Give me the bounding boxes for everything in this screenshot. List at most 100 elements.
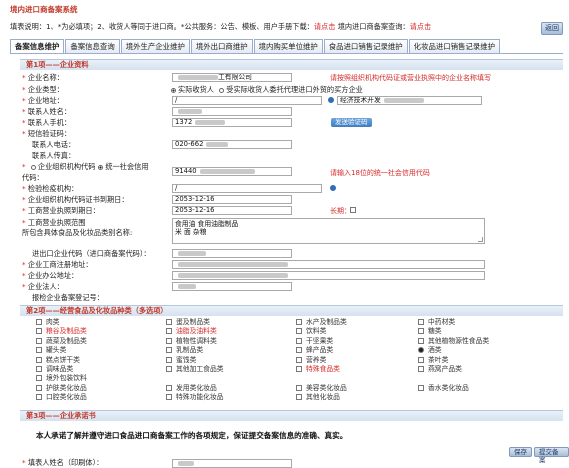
category-item[interactable]: 罐头类: [36, 346, 66, 354]
category-item[interactable]: 乳制品类: [166, 346, 203, 354]
submit-button[interactable]: 提交备案: [534, 447, 569, 464]
category-checkbox[interactable]: [296, 347, 302, 354]
category-item[interactable]: 糖类: [418, 327, 442, 335]
category-checkbox[interactable]: [166, 337, 172, 344]
category-item[interactable]: 发用类化妆品: [166, 384, 217, 392]
query-link[interactable]: 请点击: [410, 22, 432, 31]
inspection-select[interactable]: /: [172, 184, 322, 193]
unified-code-input[interactable]: 91440: [172, 167, 292, 176]
radio-org-code[interactable]: [30, 164, 36, 170]
reg-address-input[interactable]: [172, 260, 485, 269]
category-item[interactable]: 粮谷及制品类: [36, 327, 87, 335]
category-checkbox[interactable]: [36, 337, 42, 344]
category-item[interactable]: 特殊功能化妆品: [166, 393, 224, 401]
category-checkbox[interactable]: [36, 384, 42, 391]
category-checkbox[interactable]: [36, 366, 42, 372]
category-item[interactable]: 其他植物源性食品类: [418, 337, 489, 345]
phone-input[interactable]: 020-662: [172, 140, 292, 149]
category-item[interactable]: 美容类化妆品: [296, 384, 347, 392]
category-checkbox[interactable]: [166, 356, 172, 363]
category-item[interactable]: 燕窝产品类: [418, 365, 462, 373]
category-checkbox[interactable]: [36, 319, 42, 325]
category-checkbox[interactable]: [418, 337, 424, 344]
category-item[interactable]: 中药材类: [418, 318, 455, 326]
tab-domestic-buyer[interactable]: 境内购买单位维护: [253, 39, 323, 54]
category-checkbox[interactable]: [166, 366, 172, 372]
license-expiry-input[interactable]: 2053-12-16: [172, 206, 292, 215]
tab-cosmetics-sales-record[interactable]: 化妆品进口销售记录维护: [408, 39, 500, 54]
category-checkbox[interactable]: [418, 347, 424, 354]
category-checkbox[interactable]: [36, 356, 42, 363]
category-checkbox[interactable]: [296, 394, 302, 401]
tab-overseas-exporter[interactable]: 境外出口商维护: [190, 39, 253, 54]
long-term-checkbox[interactable]: [350, 207, 356, 213]
category-checkbox[interactable]: [36, 347, 42, 354]
category-checkbox[interactable]: [418, 384, 424, 391]
category-item[interactable]: 境外包装饮料: [36, 374, 87, 382]
category-item[interactable]: 其他化妆品: [296, 393, 340, 401]
tab-record-query[interactable]: 备案信息查询: [65, 39, 120, 54]
download-link[interactable]: 请点击: [314, 22, 336, 31]
category-checkbox[interactable]: [166, 394, 172, 401]
category-checkbox[interactable]: [166, 328, 172, 335]
category-checkbox[interactable]: [296, 328, 302, 335]
category-item[interactable]: 蔬菜及制品类: [36, 337, 87, 345]
category-item[interactable]: 油脂及油料类: [166, 327, 217, 335]
category-item[interactable]: 特殊食品类: [296, 365, 340, 373]
category-item[interactable]: 蜜饯类: [166, 356, 196, 364]
tab-record-maintain[interactable]: 备案信息维护: [10, 39, 65, 54]
category-item[interactable]: 口腔类化妆品: [36, 393, 87, 401]
save-button[interactable]: 保存: [509, 447, 532, 457]
mobile-input[interactable]: 1372: [172, 118, 292, 127]
category-item[interactable]: 茶叶类: [418, 356, 448, 364]
category-item[interactable]: 香水类化妆品: [418, 384, 469, 392]
category-checkbox[interactable]: [296, 384, 302, 391]
category-checkbox[interactable]: [36, 328, 42, 335]
company-name-input[interactable]: 工有限公司: [172, 73, 292, 82]
category-item[interactable]: 饮料类: [296, 327, 326, 335]
return-button[interactable]: 返回: [541, 22, 563, 35]
category-checkbox[interactable]: [296, 319, 302, 325]
category-checkbox[interactable]: [296, 337, 302, 344]
category-item[interactable]: 水产及制品类: [296, 318, 347, 326]
category-item[interactable]: 蜂产品类: [296, 346, 333, 354]
category-checkbox[interactable]: [418, 319, 424, 325]
category-item[interactable]: 肉类: [36, 318, 60, 326]
legal-rep-input[interactable]: [172, 282, 292, 291]
category-item[interactable]: 调味品类: [36, 365, 73, 373]
category-item[interactable]: 蛋及制品类: [166, 318, 210, 326]
category-checkbox[interactable]: [418, 366, 424, 372]
category-checkbox[interactable]: [36, 394, 42, 401]
signer-input[interactable]: [172, 459, 292, 468]
category-label: 香水类化妆品: [428, 383, 469, 392]
category-item[interactable]: 其他加工食品类: [166, 365, 224, 373]
category-item[interactable]: 干坚果类: [296, 337, 333, 345]
scope-textarea[interactable]: 食用油 食用油脂制品 米 面 杂粮: [172, 218, 485, 244]
category-checkbox[interactable]: [36, 375, 42, 382]
category-checkbox[interactable]: [166, 384, 172, 391]
radio-agent-buyer[interactable]: [219, 87, 225, 93]
radio-unified-code[interactable]: [98, 164, 104, 170]
contact-name-input[interactable]: [172, 107, 292, 116]
category-checkbox[interactable]: [418, 328, 424, 335]
category-checkbox[interactable]: [166, 347, 172, 354]
radio-actual-consignee[interactable]: [171, 87, 176, 93]
office-address-input[interactable]: [172, 271, 485, 280]
category-checkbox[interactable]: [418, 356, 424, 363]
category-item[interactable]: 护肤类化妆品: [36, 384, 87, 392]
category-item[interactable]: 酒类: [418, 346, 442, 354]
category-item[interactable]: 糕点饼干类: [36, 356, 80, 364]
address-province-input[interactable]: /: [172, 96, 322, 105]
address-detail-input[interactable]: 经济技术开发: [337, 96, 482, 105]
tab-food-sales-record[interactable]: 食品进口销售记录维护: [323, 39, 408, 54]
resize-handle[interactable]: [478, 237, 483, 242]
org-expiry-input[interactable]: 2053-12-16: [172, 195, 292, 204]
category-checkbox[interactable]: [296, 356, 302, 363]
send-code-button[interactable]: 发送验证码: [331, 118, 372, 127]
category-checkbox[interactable]: [296, 366, 302, 372]
category-item[interactable]: 植物性调料类: [166, 337, 217, 345]
import-code-input[interactable]: [172, 249, 292, 258]
category-checkbox[interactable]: [166, 319, 172, 325]
tab-overseas-producer[interactable]: 境外生产企业维护: [120, 39, 190, 54]
category-item[interactable]: 营养类: [296, 356, 326, 364]
